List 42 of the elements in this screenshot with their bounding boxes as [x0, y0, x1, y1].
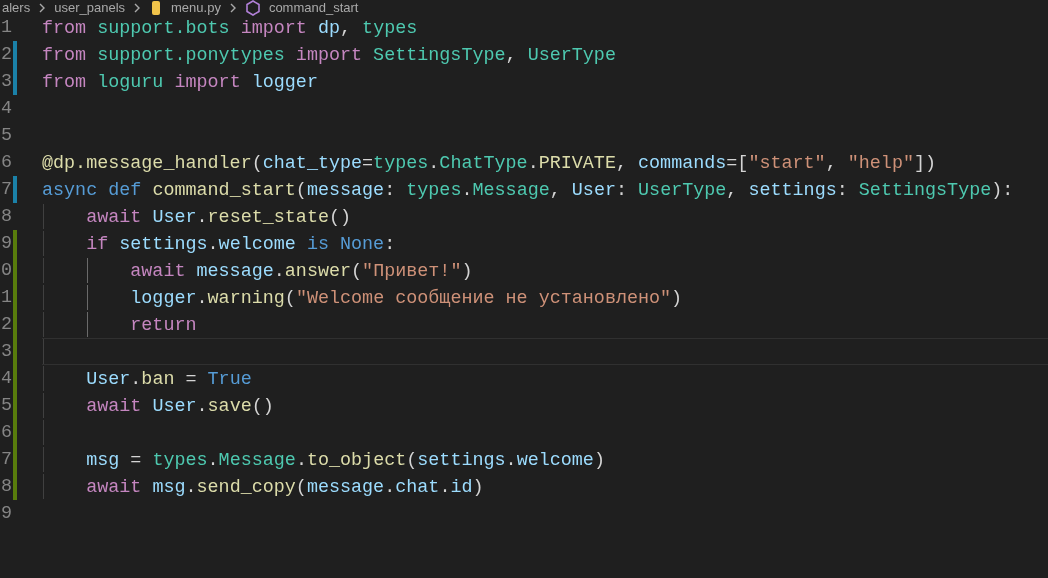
breadcrumb-item[interactable]: menu.py [171, 0, 221, 16]
code-line: msg = types.Message.to_object(settings.welcome) [85, 450, 605, 471]
line-number: 2 [1, 43, 13, 67]
code-line: await User.reset_state() [85, 207, 352, 228]
code-line: if settings.welcome is None: [85, 234, 396, 255]
cube-icon [244, 0, 261, 16]
line-number: 4 [1, 97, 13, 121]
line-number: 5 [1, 124, 13, 148]
code-line: await User.save() [85, 396, 274, 417]
line-number: 5 [1, 394, 13, 418]
line-number: 1 [1, 16, 13, 40]
chevron-icon [38, 3, 47, 13]
line-number: 1 [1, 286, 13, 310]
code-line: return [129, 315, 197, 336]
line-number: 3 [1, 340, 13, 364]
chevron-icon [228, 3, 237, 13]
code-line: @dp.message_handler(chat_type=types.ChatType.PRIVATE, commands=["start", "help"]) [42, 153, 937, 174]
line-number: 6 [1, 151, 13, 175]
line-number: 6 [1, 421, 13, 445]
breadcrumb-item[interactable]: user_panels [54, 0, 125, 16]
line-number: 9 [1, 502, 13, 526]
code-line: from loguru import logger [42, 72, 318, 93]
code-line: logger.warning("Welcome сообщение не установлено") [129, 288, 683, 309]
code-line: await message.answer("Привет!") [129, 261, 473, 282]
code-line: from support.ponytypes import SettingsType, UserType [42, 45, 616, 66]
line-number: 7 [1, 448, 13, 472]
chevron-icon [133, 3, 141, 13]
line-number: 0 [1, 259, 13, 283]
line-number: 4 [1, 367, 13, 391]
line-number: 8 [1, 205, 13, 229]
line-number: 8 [1, 475, 13, 499]
line-number: 3 [1, 70, 13, 94]
file-icon [149, 0, 163, 16]
line-number: 7 [1, 178, 13, 202]
code-line: async def command_start(message: types.Message, User: UserType, settings: SettingsType): [42, 180, 1014, 201]
code-line: User.ban = True [85, 369, 252, 390]
code-line: from support.bots import dp, types [42, 18, 418, 39]
breadcrumb-item[interactable]: alers [2, 0, 31, 16]
code-line: await msg.send_copy(message.chat.id) [85, 477, 484, 498]
line-number: 9 [1, 232, 13, 256]
breadcrumb-item[interactable]: command_start [268, 0, 359, 16]
line-number: 2 [1, 313, 13, 337]
